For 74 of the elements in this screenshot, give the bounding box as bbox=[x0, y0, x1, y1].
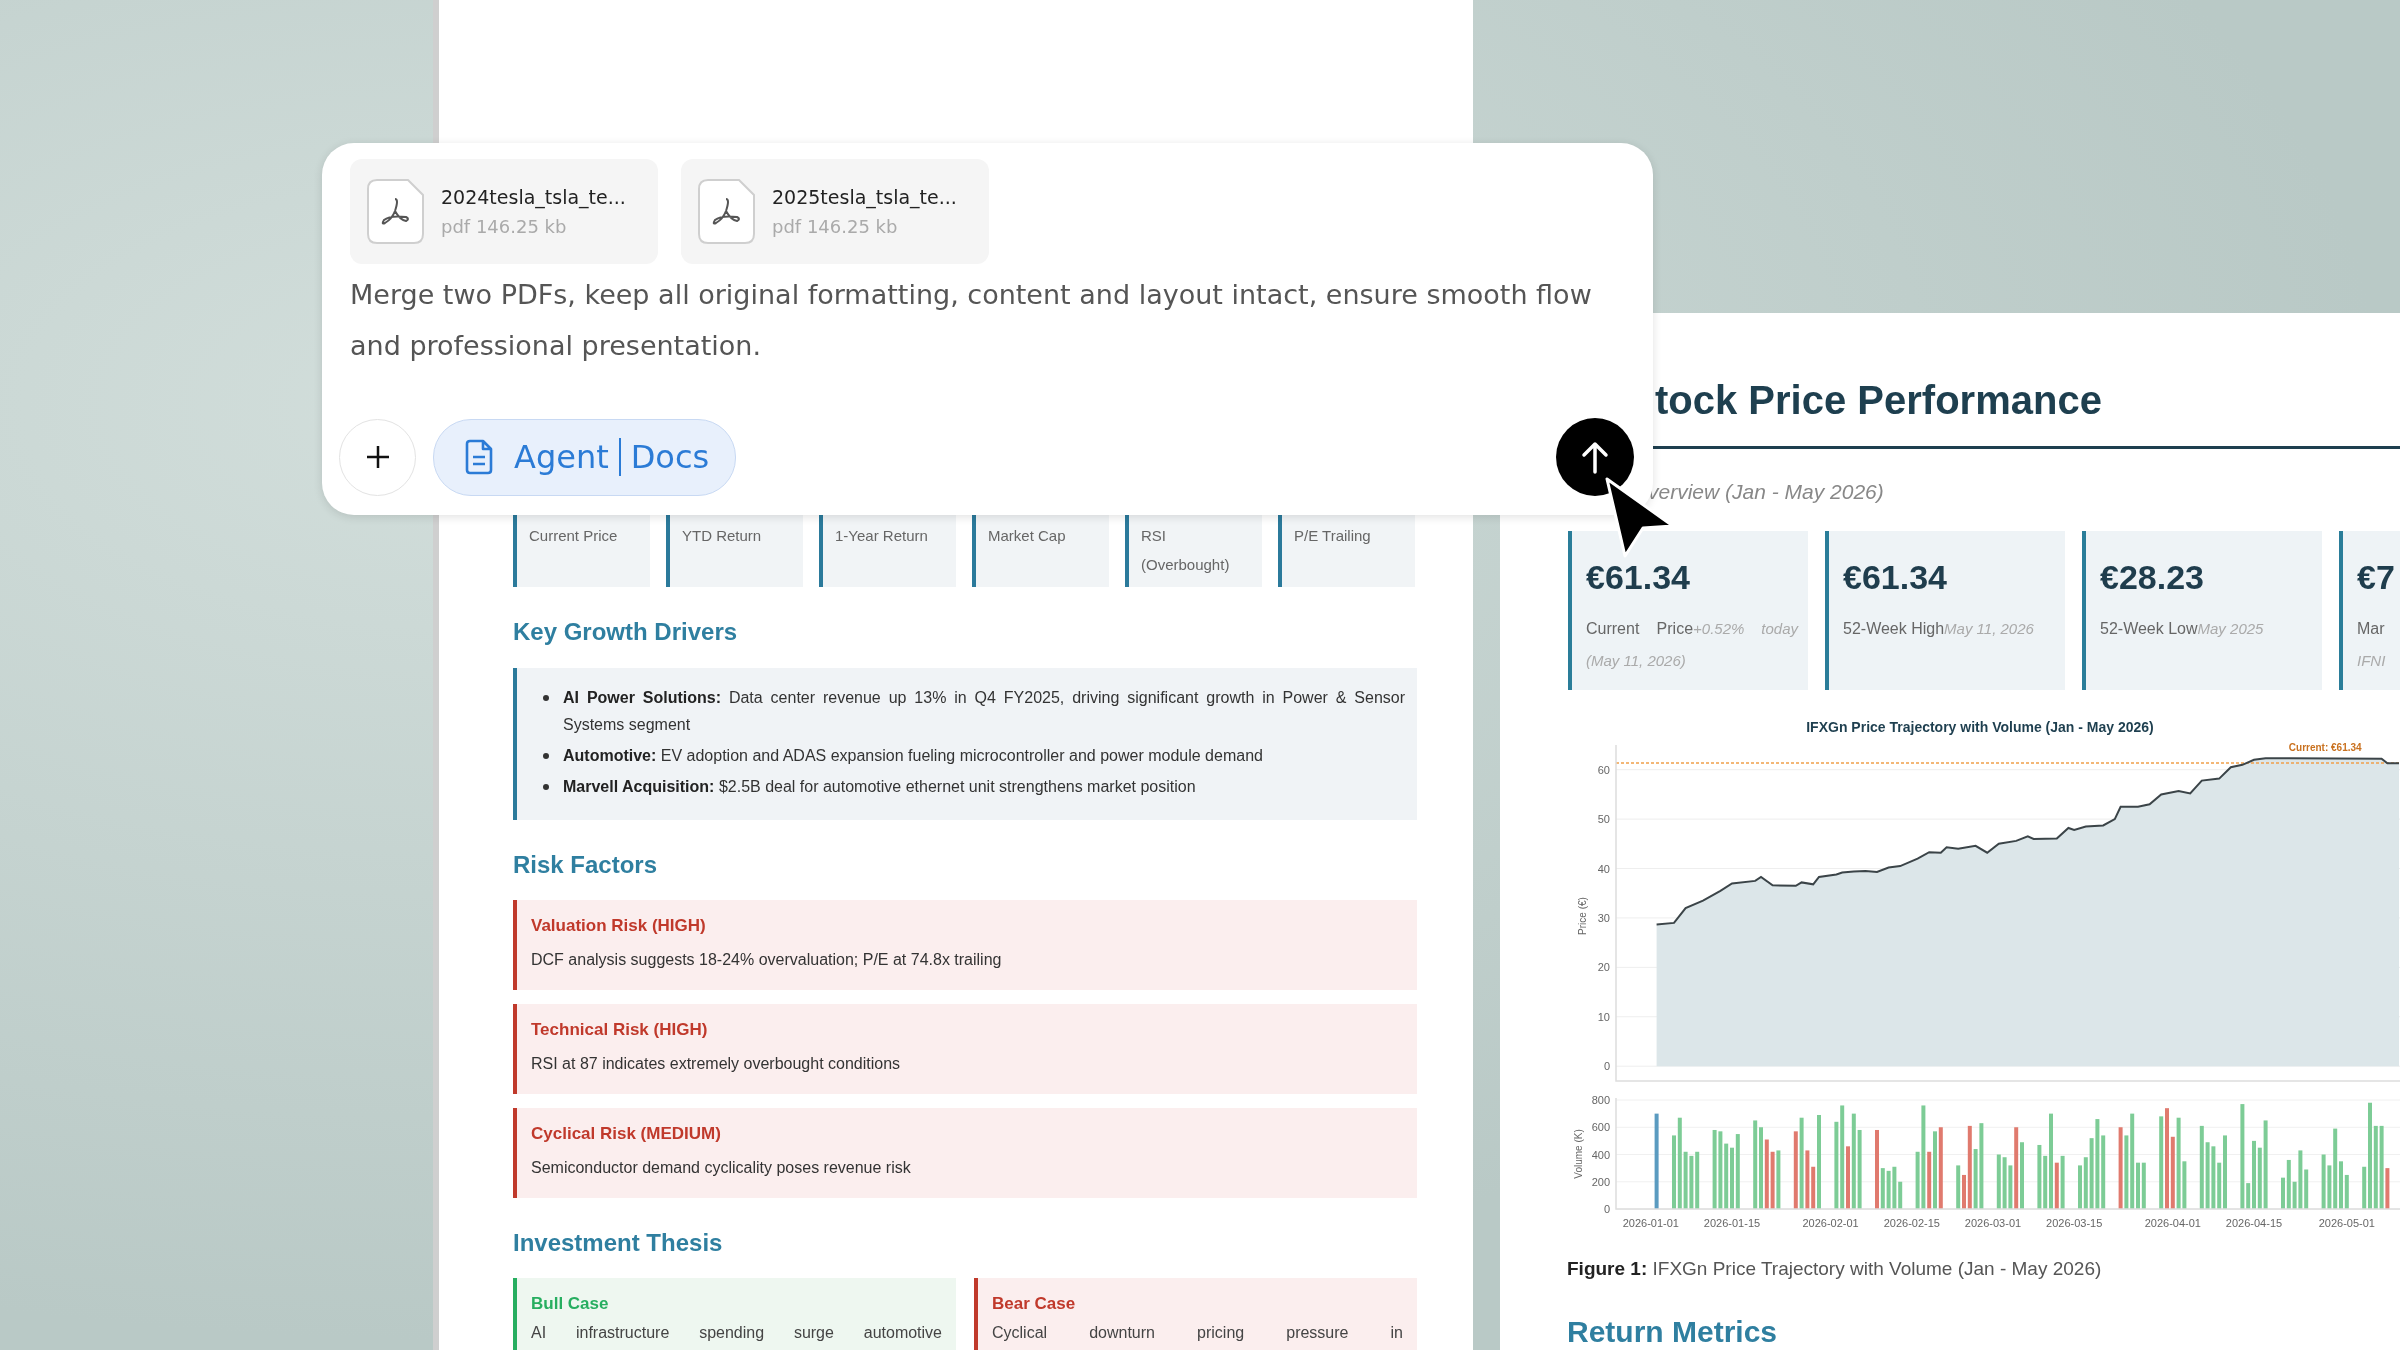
risk-text: DCF analysis suggests 18-24% overvaluation; P/E at 74.8x trailing bbox=[531, 950, 1003, 970]
file-meta: pdf 146.25 kb bbox=[772, 216, 899, 237]
metric-value: €61.34 bbox=[1586, 557, 1691, 597]
axis-label: 2026-03-15 bbox=[2046, 1217, 2103, 1229]
driver-text: Marvell Acquisition: $2.5B deal for automotive ethernet unit strengthens market position bbox=[563, 777, 1196, 797]
file-meta: pdf 146.25 kb bbox=[441, 216, 568, 237]
axis-label: 2026-05-01 bbox=[2318, 1217, 2375, 1229]
risk-title: Cyclical Risk (MEDIUM) bbox=[531, 1123, 722, 1145]
axis-label: 2026-01-01 bbox=[1622, 1217, 1679, 1229]
metric-value: €28.23 bbox=[2100, 557, 2205, 597]
section-heading: Risk Factors bbox=[513, 850, 659, 880]
axis-label: 2026-04-01 bbox=[2144, 1217, 2201, 1229]
axis-label: 10 bbox=[1597, 1010, 1610, 1023]
driver-text: Automotive: EV adoption and ADAS expansion fueling microcontroller and power module demand bbox=[563, 746, 1263, 766]
metric-value: €61.34 bbox=[1843, 557, 1948, 597]
axis-label: 2026-03-01 bbox=[1964, 1217, 2022, 1229]
case-title: Bear Case bbox=[992, 1293, 1077, 1315]
arrow-up-icon bbox=[1580, 440, 1610, 474]
bullet-icon bbox=[543, 753, 549, 759]
attachment-chip[interactable]: 2025tesla_tsla_te... pdf 146.25 kb bbox=[681, 159, 989, 264]
metric-label: Mar IFNI bbox=[2357, 619, 2387, 671]
axis-label: 60 bbox=[1597, 763, 1610, 776]
axis-label: 2026-04-15 bbox=[2225, 1217, 2283, 1229]
metric-label: 1-Year Return bbox=[835, 527, 928, 544]
risk-title: Valuation Risk (HIGH) bbox=[531, 915, 707, 937]
page-subtitle: verview (Jan - May 2026) bbox=[1648, 479, 1885, 505]
axis-label: 800 bbox=[1591, 1094, 1610, 1106]
section-heading: Key Growth Drivers bbox=[513, 617, 739, 647]
metric-label: Current Price+0.52% today (May 11, 2026) bbox=[1586, 619, 1798, 671]
bullet-icon bbox=[543, 695, 549, 701]
axis-label: 40 bbox=[1597, 862, 1610, 875]
attachment-chip[interactable]: 2024tesla_tsla_te... pdf 146.25 kb bbox=[350, 159, 658, 264]
axis-label: 2026-02-01 bbox=[1802, 1217, 1859, 1229]
document-icon bbox=[464, 439, 494, 475]
page-heading: tock Price Performance bbox=[1655, 377, 2103, 424]
axis-label: 200 bbox=[1591, 1175, 1610, 1188]
case-text: Cyclical downturn pricing pressure in bbox=[992, 1323, 1403, 1343]
file-name: 2024tesla_tsla_te... bbox=[441, 186, 626, 208]
case-title: Bull Case bbox=[531, 1293, 610, 1315]
metric-label: YTD Return bbox=[682, 527, 762, 544]
file-icon bbox=[695, 177, 758, 246]
metric-label: P/E Trailing bbox=[1294, 527, 1371, 544]
section-heading: Investment Thesis bbox=[513, 1228, 724, 1258]
axis-label: 50 bbox=[1597, 813, 1610, 826]
metric-label: 52-Week LowMay 2025 bbox=[2100, 619, 2265, 639]
section-heading: Return Metrics bbox=[1567, 1314, 1779, 1350]
case-text: AI infrastructure spending surge automotive bbox=[531, 1323, 942, 1343]
risk-text: RSI at 87 indicates extremely overbought conditions bbox=[531, 1054, 902, 1074]
axis-title: Volume (K) bbox=[1573, 1129, 1584, 1179]
axis-title: Price (€) bbox=[1577, 897, 1588, 935]
file-name: 2025tesla_tsla_te... bbox=[772, 186, 957, 208]
metric-label: RSI (Overbought) bbox=[1141, 527, 1230, 573]
figure-caption: Figure 1: IFXGn Price Trajectory with Volume (Jan - May 2026) bbox=[1567, 1257, 2103, 1281]
file-icon bbox=[364, 177, 427, 246]
axis-label: 2026-02-15 bbox=[1883, 1217, 1940, 1229]
chart-title: IFXGn Price Trajectory with Volume (Jan - May 2026) bbox=[1806, 719, 2154, 735]
risk-title: Technical Risk (HIGH) bbox=[531, 1019, 709, 1041]
metric-label: Market Cap bbox=[988, 527, 1066, 544]
plus-icon bbox=[364, 444, 391, 470]
axis-label: 400 bbox=[1591, 1148, 1610, 1161]
prompt-text: Merge two PDFs, keep all original formatting, content and layout intact, ensure smooth flow and professional presentation. bbox=[350, 278, 1593, 363]
axis-label: 30 bbox=[1597, 911, 1610, 924]
annotation-label: Current: €61.34 bbox=[2288, 742, 2362, 754]
agent-docs-button[interactable]: Agent Docs bbox=[433, 418, 737, 496]
metric-label: 52-Week HighMay 11, 2026 bbox=[1843, 619, 2035, 639]
risk-text: Semiconductor demand cyclicality poses revenue risk bbox=[531, 1158, 912, 1178]
metric-label: Current Price bbox=[529, 527, 618, 544]
driver-text: AI Power Solutions: Data center revenue up 13% in Q4 FY2025, driving significant growth in Power & Sensor Systems segment bbox=[563, 688, 1405, 735]
axis-label: 0 bbox=[1603, 1060, 1610, 1073]
axis-label: 20 bbox=[1597, 961, 1610, 974]
bullet-icon bbox=[543, 784, 549, 790]
axis-label: 0 bbox=[1603, 1203, 1610, 1215]
axis-label: 600 bbox=[1591, 1121, 1610, 1134]
axis-label: 2026-01-15 bbox=[1703, 1217, 1761, 1229]
